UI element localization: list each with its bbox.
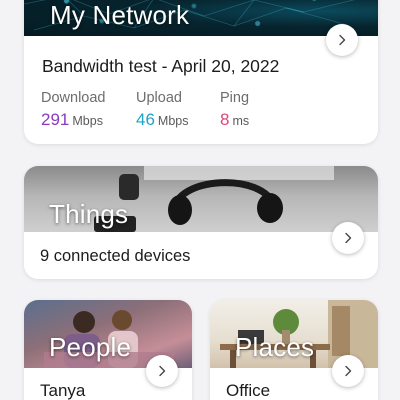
download-label: Download: [41, 90, 106, 106]
card-title-my-network: My Network: [50, 0, 190, 30]
things-card[interactable]: Things 9 connected devices: [24, 166, 378, 279]
download-value: 291: [41, 110, 70, 129]
ping-unit: ms: [232, 114, 250, 128]
person-name: Tanya: [40, 381, 86, 400]
things-open-button[interactable]: [332, 222, 364, 254]
bandwidth-test-title: Bandwidth test - April 20, 2022: [42, 56, 280, 76]
ping-value: 8: [220, 110, 230, 129]
upload-metric: Upload 46 Mbps: [136, 90, 189, 130]
places-open-button[interactable]: [332, 355, 364, 387]
upload-value: 46: [136, 110, 155, 129]
my-network-card[interactable]: My Network Bandwidth test - April 20, 20…: [24, 0, 378, 144]
card-title-things: Things: [49, 199, 129, 229]
place-name: Office: [226, 381, 271, 400]
ping-metric: Ping 8 ms: [220, 90, 249, 130]
places-card[interactable]: Places Office: [210, 300, 378, 400]
chevron-right-icon: [345, 232, 352, 244]
chevron-right-icon: [345, 365, 352, 377]
card-title-places: Places: [235, 332, 315, 362]
people-card[interactable]: People Tanya: [24, 300, 192, 400]
my-network-open-button[interactable]: [326, 24, 358, 56]
upload-unit: Mbps: [157, 114, 189, 128]
card-title-people: People: [49, 332, 132, 362]
download-metric: Download 291 Mbps: [41, 90, 106, 130]
people-open-button[interactable]: [146, 355, 178, 387]
chevron-right-icon: [159, 365, 166, 377]
ping-label: Ping: [220, 90, 250, 106]
upload-label: Upload: [136, 90, 182, 106]
download-unit: Mbps: [72, 114, 103, 128]
connected-devices-count: 9 connected devices: [40, 247, 191, 265]
chevron-right-icon: [339, 34, 346, 46]
